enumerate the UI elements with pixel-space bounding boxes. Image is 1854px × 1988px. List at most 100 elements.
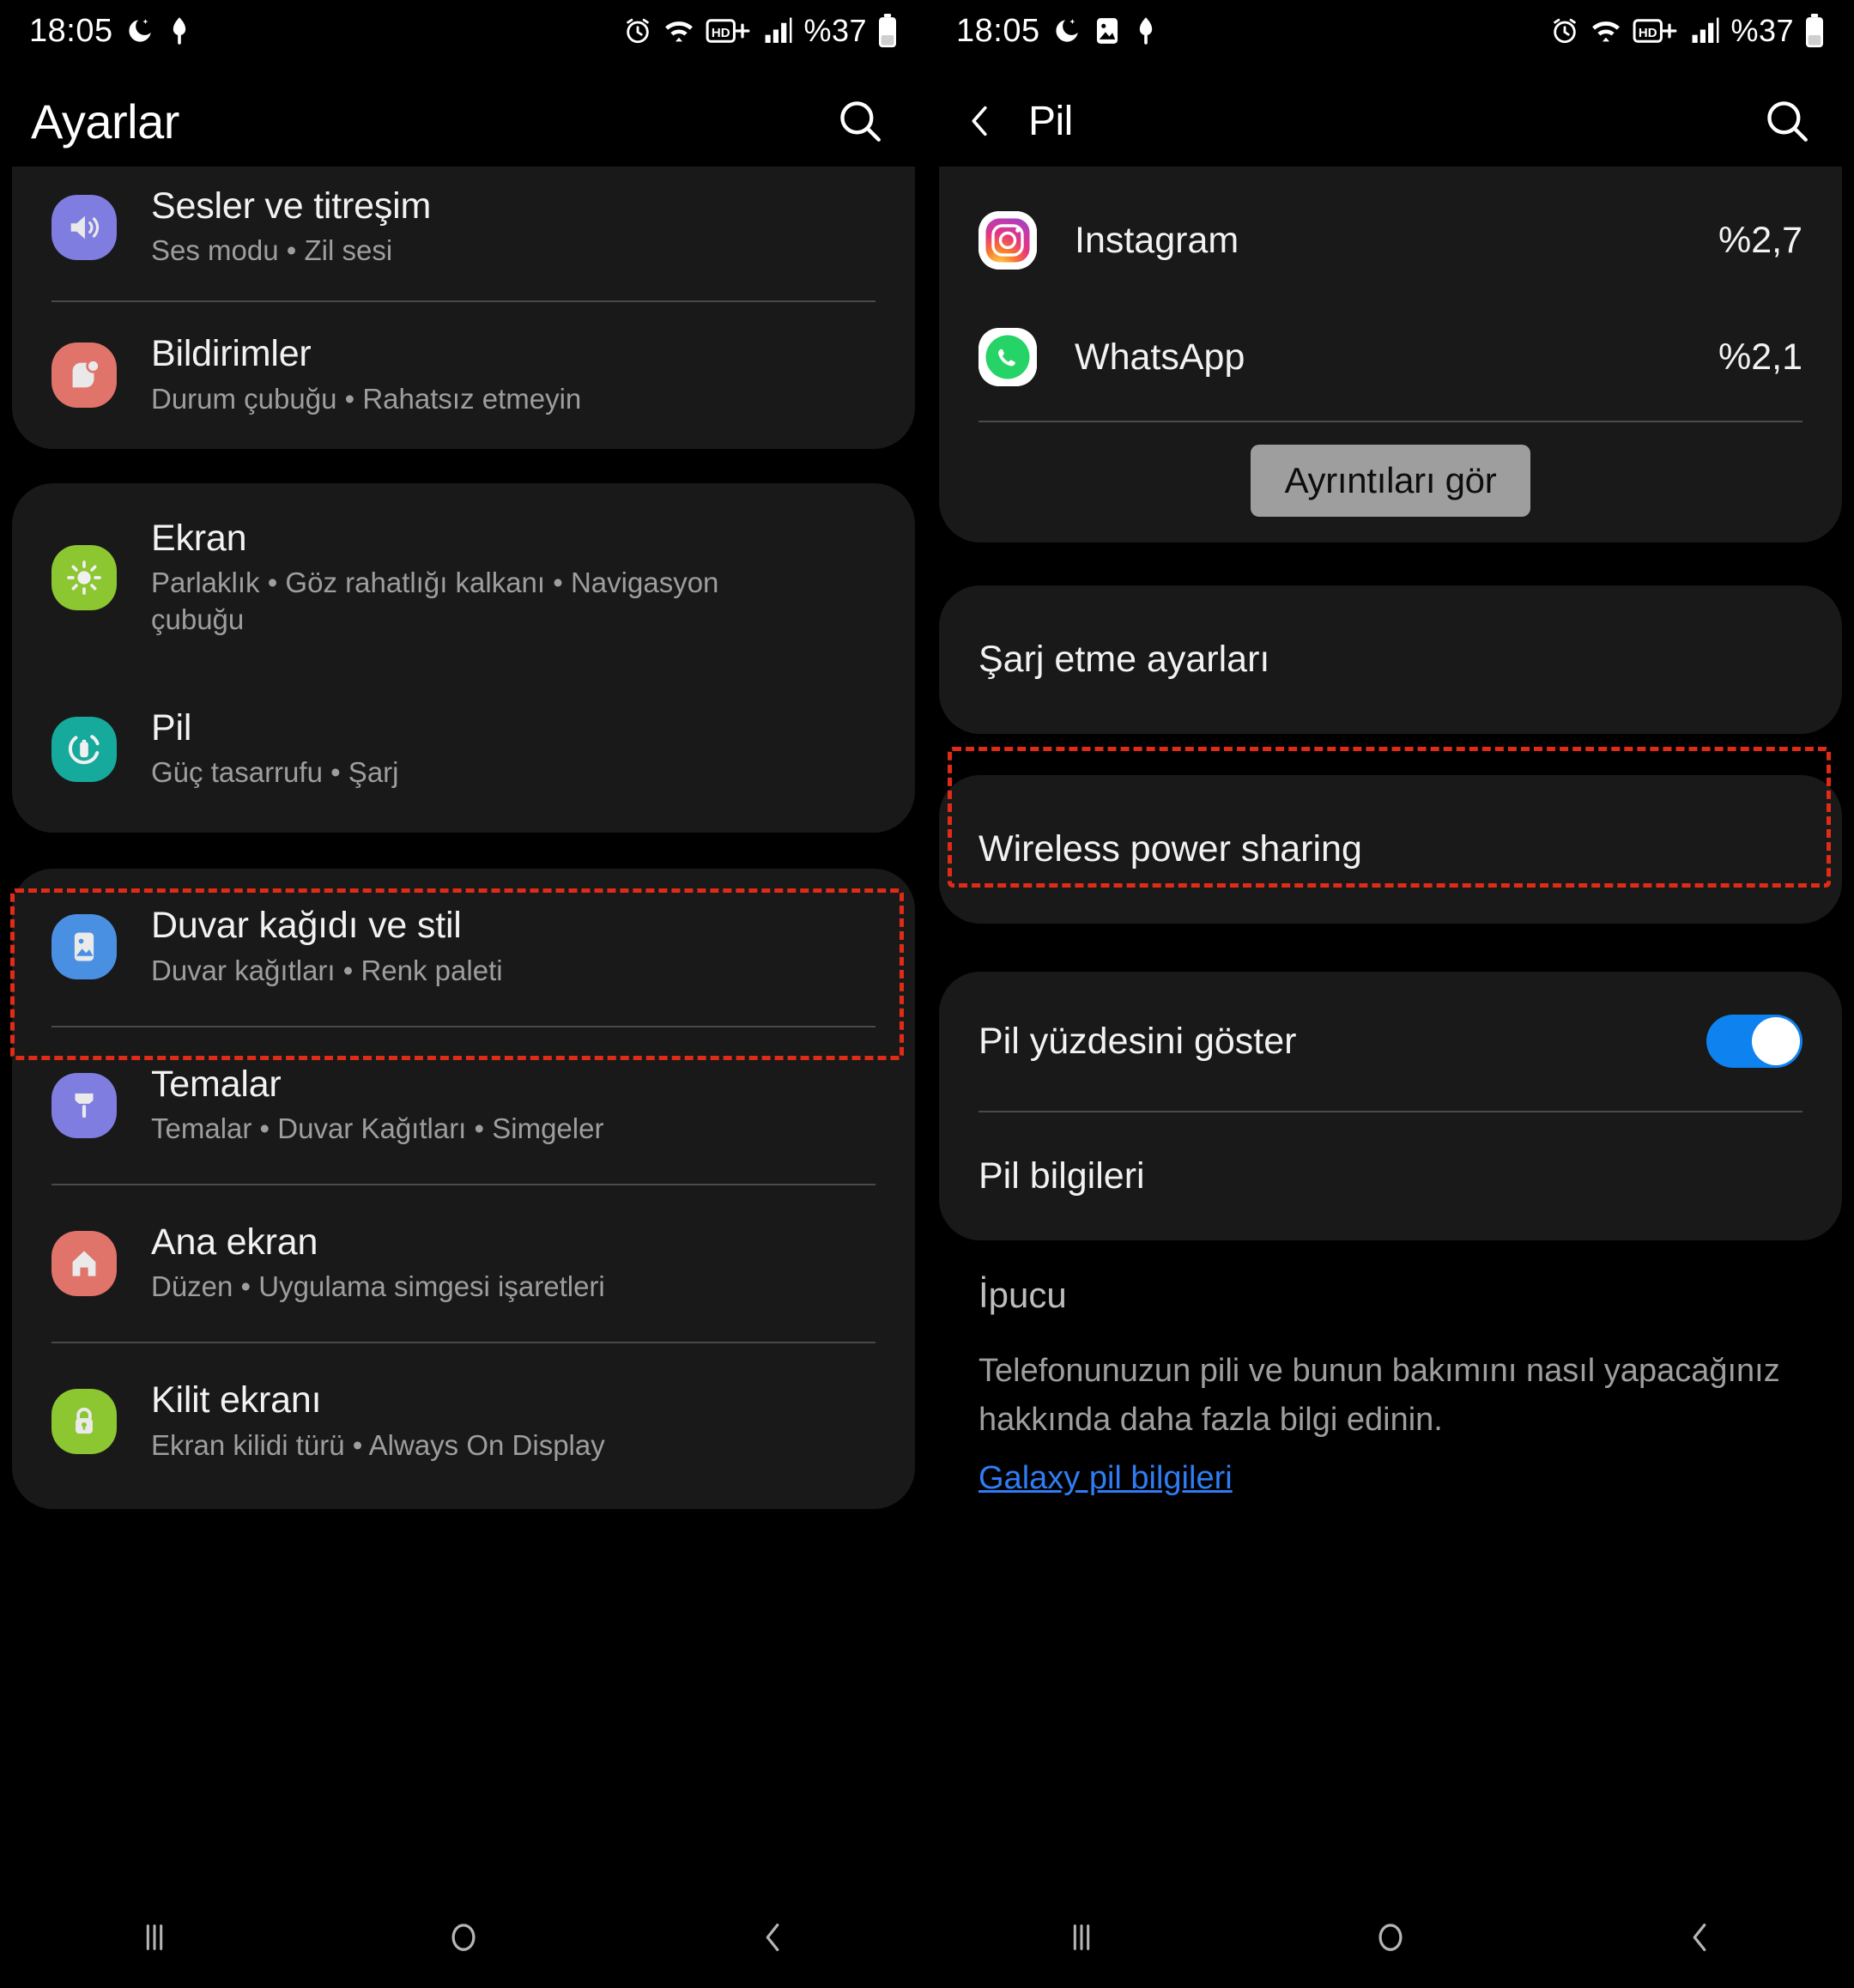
sidebar-item-text: Bildirimler Durum çubuğu • Rahatsız etme… [151, 333, 581, 417]
alarm-icon [1550, 16, 1579, 45]
app-name: WhatsApp [1075, 336, 1245, 378]
sidebar-item-subtitle: Parlaklık • Göz rahatlığı kalkanı • Navi… [151, 567, 719, 635]
wireless-power-sharing-card: Wireless power sharing [939, 775, 1842, 924]
sidebar-item-subtitle: Durum çubuğu • Rahatsız etmeyin [151, 382, 582, 415]
back-chevron-icon[interactable] [721, 1887, 824, 1988]
sidebar-item-text: Pil Güç tasarrufu • Şarj [151, 707, 399, 791]
sidebar-item-sounds[interactable]: Sesler ve titreşim Ses modu • Zil sesi [52, 167, 876, 300]
show-battery-percent-label: Pil yüzdesini göster [978, 1020, 1297, 1062]
battery-content: Instagram %2,7 WhatsApp %2,1 Ayrıntıları… [927, 167, 1854, 1497]
settings-group-display-battery: Ekran Parlaklık • Göz rahatlığı kalkanı … [12, 482, 915, 833]
settings-panel: 18:05 HD %37 Ayarlar Sesler ve titreşim … [0, 0, 927, 1988]
status-bar-right-group: HD %37 [1550, 13, 1825, 49]
wallpaper-icon [52, 914, 117, 980]
app-battery-percent: %2,1 [1718, 336, 1802, 378]
sidebar-item-display[interactable]: Ekran Parlaklık • Göz rahatlığı kalkanı … [52, 483, 876, 673]
moon-icon [1052, 16, 1082, 45]
show-battery-percent-toggle[interactable] [1706, 1015, 1802, 1068]
do-not-disturb-icon [1133, 16, 1159, 45]
sidebar-item-text: Temalar Temalar • Duvar Kağıtları • Simg… [151, 1064, 603, 1148]
list-item-wireless-power-sharing[interactable]: Wireless power sharing [939, 775, 1842, 924]
settings-group-sound: Sesler ve titreşim Ses modu • Zil sesi B… [12, 167, 915, 449]
sidebar-item-themes[interactable]: Temalar Temalar • Duvar Kağıtları • Simg… [52, 1027, 876, 1184]
app-battery-percent: %2,7 [1718, 219, 1802, 261]
sidebar-item-subtitle: Düzen • Uygulama simgesi işaretleri [151, 1270, 605, 1303]
status-bar-left-group: 18:05 [956, 13, 1159, 50]
sidebar-item-subtitle: Ekran kilidi türü • Always On Display [151, 1428, 605, 1461]
settings-app-bar: Ayarlar [0, 62, 927, 180]
status-battery-percent: %37 [1730, 13, 1794, 48]
list-item-battery-info[interactable]: Pil bilgileri [939, 1112, 1842, 1240]
sidebar-item-wallpaper[interactable]: Duvar kağıdı ve stil Duvar kağıtları • R… [52, 869, 876, 1025]
battery-app-bar: Pil [927, 62, 1854, 180]
navigation-bar-left [0, 1887, 927, 1988]
battery-panel: 18:05 HD %37 Pil Instagram %2,7 WhatsApp… [927, 0, 1854, 1988]
home-circle-icon[interactable] [1339, 1887, 1442, 1988]
sidebar-item-notifications[interactable]: Bildirimler Durum çubuğu • Rahatsız etme… [52, 302, 876, 448]
list-item-show-battery-percent[interactable]: Pil yüzdesini göster [939, 972, 1842, 1111]
sidebar-item-text: Ekran Parlaklık • Göz rahatlığı kalkanı … [151, 518, 803, 639]
dual-screenshot: 18:05 HD %37 Ayarlar Sesler ve titreşim … [0, 0, 1854, 1988]
hd-plus-icon: HD [706, 18, 754, 44]
sidebar-item-text: Kilit ekranı Ekran kilidi türü • Always … [151, 1379, 605, 1464]
toggle-knob [1752, 1017, 1800, 1065]
sidebar-item-subtitle: Temalar • Duvar Kağıtları • Simgeler [151, 1112, 604, 1144]
status-time: 18:05 [956, 12, 1040, 49]
sidebar-item-title: Duvar kağıdı ve stil [151, 905, 462, 947]
chevron-left-icon[interactable] [958, 99, 1003, 143]
details-button-wrap: Ayrıntıları gör [939, 422, 1842, 542]
moon-icon [125, 16, 154, 45]
battery-status-icon [877, 14, 898, 48]
sidebar-item-battery[interactable]: Pil Güç tasarrufu • Şarj [52, 673, 876, 833]
alarm-icon [623, 16, 652, 45]
settings-list: Sesler ve titreşim Ses modu • Zil sesi B… [0, 167, 927, 1509]
galaxy-battery-info-link[interactable]: Galaxy pil bilgileri [978, 1460, 1233, 1497]
back-chevron-icon[interactable] [1648, 1887, 1751, 1988]
themes-brush-icon [52, 1072, 117, 1138]
signal-icon [1691, 17, 1720, 45]
sidebar-item-text: Ana ekran Düzen • Uygulama simgesi işare… [151, 1221, 605, 1306]
search-icon[interactable] [1760, 94, 1815, 148]
app-name: Instagram [1075, 219, 1239, 261]
battery-options-card: Pil yüzdesini göster Pil bilgileri [939, 972, 1842, 1240]
tip-title: İpucu [978, 1275, 1067, 1315]
status-time: 18:05 [29, 12, 113, 49]
wireless-power-sharing-label: Wireless power sharing [978, 828, 1362, 870]
whatsapp-icon [978, 328, 1037, 386]
page-title: Pil [1028, 98, 1073, 144]
instagram-icon [978, 211, 1037, 270]
sidebar-item-title: Kilit ekranı [151, 1379, 322, 1421]
home-circle-icon[interactable] [412, 1887, 515, 1988]
battery-status-icon [1804, 14, 1825, 48]
lock-icon [52, 1389, 117, 1455]
sidebar-item-title: Ekran [151, 517, 247, 559]
sound-icon [52, 195, 117, 261]
status-bar-left: 18:05 HD %37 [0, 0, 927, 62]
recents-icon[interactable] [1030, 1887, 1133, 1988]
sidebar-item-home-screen[interactable]: Ana ekran Düzen • Uygulama simgesi işare… [52, 1185, 876, 1342]
list-item[interactable]: WhatsApp %2,1 [978, 299, 1802, 421]
battery-usage-card: Instagram %2,7 WhatsApp %2,1 Ayrıntıları… [939, 167, 1842, 542]
sidebar-item-subtitle: Duvar kağıtları • Renk paleti [151, 954, 503, 986]
status-battery-percent: %37 [803, 13, 867, 48]
view-details-button[interactable]: Ayrıntıları gör [1250, 445, 1531, 517]
settings-group-personalization: Duvar kağıdı ve stil Duvar kağıtları • R… [12, 869, 915, 1509]
do-not-disturb-icon [167, 16, 192, 45]
battery-info-label: Pil bilgileri [978, 1155, 1145, 1197]
recents-icon[interactable] [103, 1887, 206, 1988]
sidebar-item-subtitle: Ses modu • Zil sesi [151, 234, 393, 267]
sidebar-item-title: Ana ekran [151, 1221, 318, 1263]
list-item-charging-settings[interactable]: Şarj etme ayarları [939, 585, 1842, 734]
list-item[interactable]: Instagram %2,7 [978, 167, 1802, 299]
battery-icon [52, 717, 117, 783]
sidebar-item-lock-screen[interactable]: Kilit ekranı Ekran kilidi türü • Always … [52, 1343, 876, 1508]
sidebar-item-text: Sesler ve titreşim Ses modu • Zil sesi [151, 185, 431, 270]
tip-body: Telefonunuzun pili ve bunun bakımını nas… [978, 1353, 1780, 1438]
brightness-icon [52, 545, 117, 611]
sidebar-item-title: Temalar [151, 1063, 282, 1105]
svg-text:HD: HD [1639, 26, 1657, 40]
sidebar-item-title: Pil [151, 706, 192, 749]
search-icon[interactable] [833, 94, 888, 148]
notifications-icon [52, 342, 117, 409]
navigation-bar-right [927, 1887, 1854, 1988]
